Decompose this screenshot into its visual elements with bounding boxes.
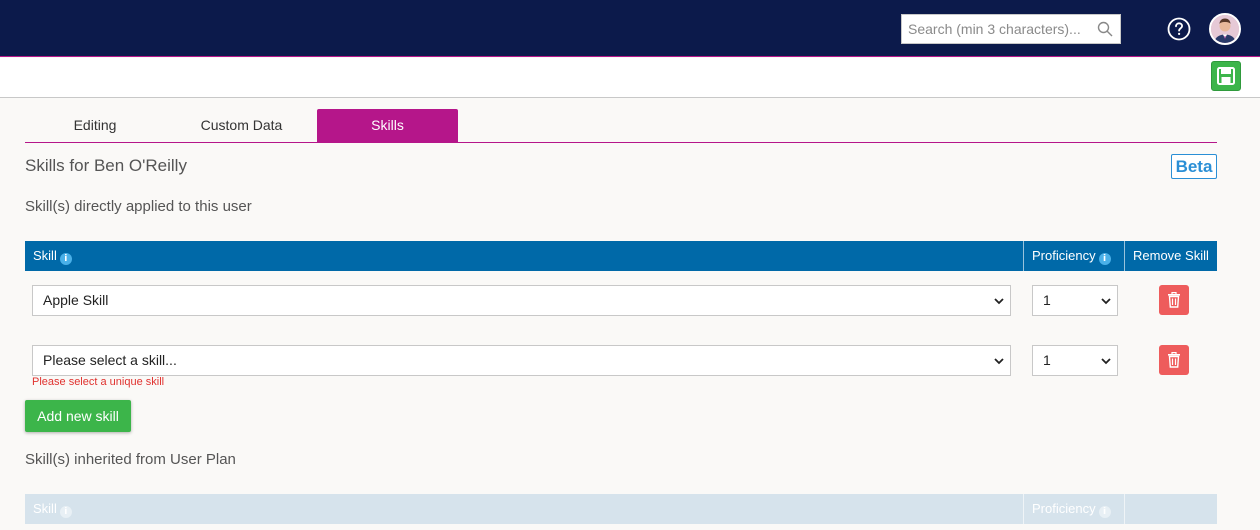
remove-column-header: Remove Skill bbox=[1133, 248, 1209, 263]
beta-badge: Beta bbox=[1171, 154, 1217, 179]
skill-column-label: Skill bbox=[33, 248, 57, 263]
proficiency-select[interactable]: 1 bbox=[1032, 345, 1118, 376]
proficiency-column-header: Proficiency i bbox=[1024, 241, 1111, 271]
add-new-skill-button[interactable]: Add new skill bbox=[25, 400, 131, 432]
remove-skill-button[interactable] bbox=[1159, 285, 1189, 315]
skill-select-value: Apple Skill bbox=[43, 292, 109, 308]
skills-table-header: Skill i Proficiency i Remove Skill bbox=[25, 241, 1217, 271]
chevron-down-icon bbox=[994, 358, 1004, 365]
skill-select-value: Please select a skill... bbox=[43, 352, 177, 368]
skill-select[interactable]: Please select a skill... bbox=[32, 345, 1011, 376]
inherited-skills-heading: Skill(s) inherited from User Plan bbox=[25, 451, 236, 468]
tab-bar: Editing Custom Data Skills bbox=[25, 109, 1217, 143]
info-icon[interactable]: i bbox=[59, 253, 72, 265]
save-button[interactable] bbox=[1211, 61, 1241, 91]
tab-custom-data[interactable]: Custom Data bbox=[175, 109, 308, 142]
page-title: Skills for Ben O'Reilly bbox=[25, 156, 187, 175]
skill-column-header: Skill i bbox=[25, 241, 72, 271]
info-icon: i bbox=[1098, 506, 1111, 518]
trash-icon bbox=[1168, 352, 1180, 368]
search-icon[interactable] bbox=[1097, 21, 1113, 37]
search-box[interactable] bbox=[901, 14, 1121, 44]
validation-error: Please select a unique skill bbox=[32, 376, 165, 388]
search-input[interactable] bbox=[902, 15, 1092, 43]
proficiency-column-label: Proficiency bbox=[1032, 501, 1096, 516]
help-icon[interactable] bbox=[1167, 17, 1191, 41]
chevron-down-icon bbox=[1101, 358, 1111, 365]
trash-icon bbox=[1168, 292, 1180, 308]
column-divider bbox=[1124, 494, 1125, 524]
save-icon bbox=[1217, 67, 1235, 85]
info-icon[interactable]: i bbox=[1098, 253, 1111, 265]
proficiency-column-label: Proficiency bbox=[1032, 248, 1096, 263]
proficiency-select-value: 1 bbox=[1043, 292, 1051, 308]
chevron-down-icon bbox=[994, 298, 1004, 305]
proficiency-select-value: 1 bbox=[1043, 352, 1051, 368]
direct-skills-heading: Skill(s) directly applied to this user bbox=[25, 198, 252, 215]
skill-column-header: Skill i bbox=[25, 494, 72, 524]
info-icon: i bbox=[59, 506, 72, 518]
proficiency-select[interactable]: 1 bbox=[1032, 285, 1118, 316]
skill-select[interactable]: Apple Skill bbox=[32, 285, 1011, 316]
top-navbar bbox=[0, 0, 1260, 57]
tab-skills[interactable]: Skills bbox=[317, 109, 458, 142]
tab-editing[interactable]: Editing bbox=[25, 109, 165, 142]
user-photo-icon bbox=[1211, 15, 1239, 43]
skill-column-label: Skill bbox=[33, 501, 57, 516]
action-bar bbox=[0, 58, 1260, 98]
chevron-down-icon bbox=[1101, 298, 1111, 305]
user-avatar[interactable] bbox=[1209, 13, 1241, 45]
inherited-table-header: Skill i Proficiency i bbox=[25, 494, 1217, 524]
proficiency-column-header: Proficiency i bbox=[1024, 494, 1111, 524]
remove-skill-button[interactable] bbox=[1159, 345, 1189, 375]
